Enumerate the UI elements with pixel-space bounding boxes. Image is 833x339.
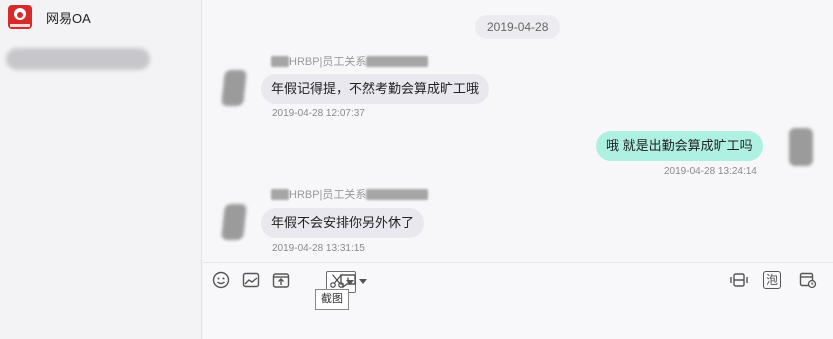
upload-file-icon[interactable] <box>271 271 291 291</box>
schedule-icon[interactable] <box>798 271 818 291</box>
redacted-name <box>271 188 289 200</box>
conversation-name: 网易OA <box>46 10 91 26</box>
redacted-name <box>366 55 429 67</box>
sender-label: HRBP|员工关系 <box>289 56 367 68</box>
message-composer: 泡 截图 <box>203 262 833 339</box>
message-timestamp: 2019-04-28 12:07:37 <box>272 108 365 119</box>
quick-reply-button[interactable] <box>339 271 373 291</box>
chat-history: 2019-04-28 HRBP|员工关系 年假记得提，不然考勤会算成旷工哦 20… <box>203 0 833 262</box>
sender-label: HRBP|员工关系 <box>289 189 367 201</box>
redacted-name <box>271 55 289 67</box>
redacted-name <box>366 188 429 200</box>
message-bubble-received[interactable]: 年假记得提，不然考勤会算成旷工哦 <box>261 74 490 104</box>
date-separator: 2019-04-28 <box>475 15 561 39</box>
message-timestamp: 2019-04-28 13:24:14 <box>664 166 757 177</box>
message-bubble-sent[interactable]: 哦 就是出勤会算成旷工吗 <box>596 131 763 161</box>
bubble-icon[interactable]: 泡 <box>763 271 781 289</box>
emoji-icon[interactable] <box>211 271 231 291</box>
chevron-down-icon[interactable] <box>359 278 367 284</box>
screenshot-tooltip: 截图 <box>315 289 349 310</box>
quick-reply-icon <box>340 274 356 289</box>
message-timestamp: 2019-04-28 13:31:15 <box>272 243 365 254</box>
message-bubble-received[interactable]: 年假不会安排你另外休了 <box>261 208 425 238</box>
history-icon[interactable] <box>729 271 749 291</box>
sender-name: HRBP|员工关系 <box>271 187 429 201</box>
image-icon[interactable] <box>241 271 261 291</box>
conversation-item-netease-oa[interactable]: 网易OA <box>8 2 91 32</box>
netease-oa-logo-icon <box>8 5 32 29</box>
my-avatar[interactable] <box>789 128 813 166</box>
sender-avatar[interactable] <box>221 204 247 240</box>
sender-name: HRBP|员工关系 <box>271 54 429 68</box>
redacted-conversation-item[interactable] <box>6 48 150 70</box>
conversation-sidebar: 网易OA <box>0 0 202 339</box>
sender-avatar[interactable] <box>221 70 247 106</box>
